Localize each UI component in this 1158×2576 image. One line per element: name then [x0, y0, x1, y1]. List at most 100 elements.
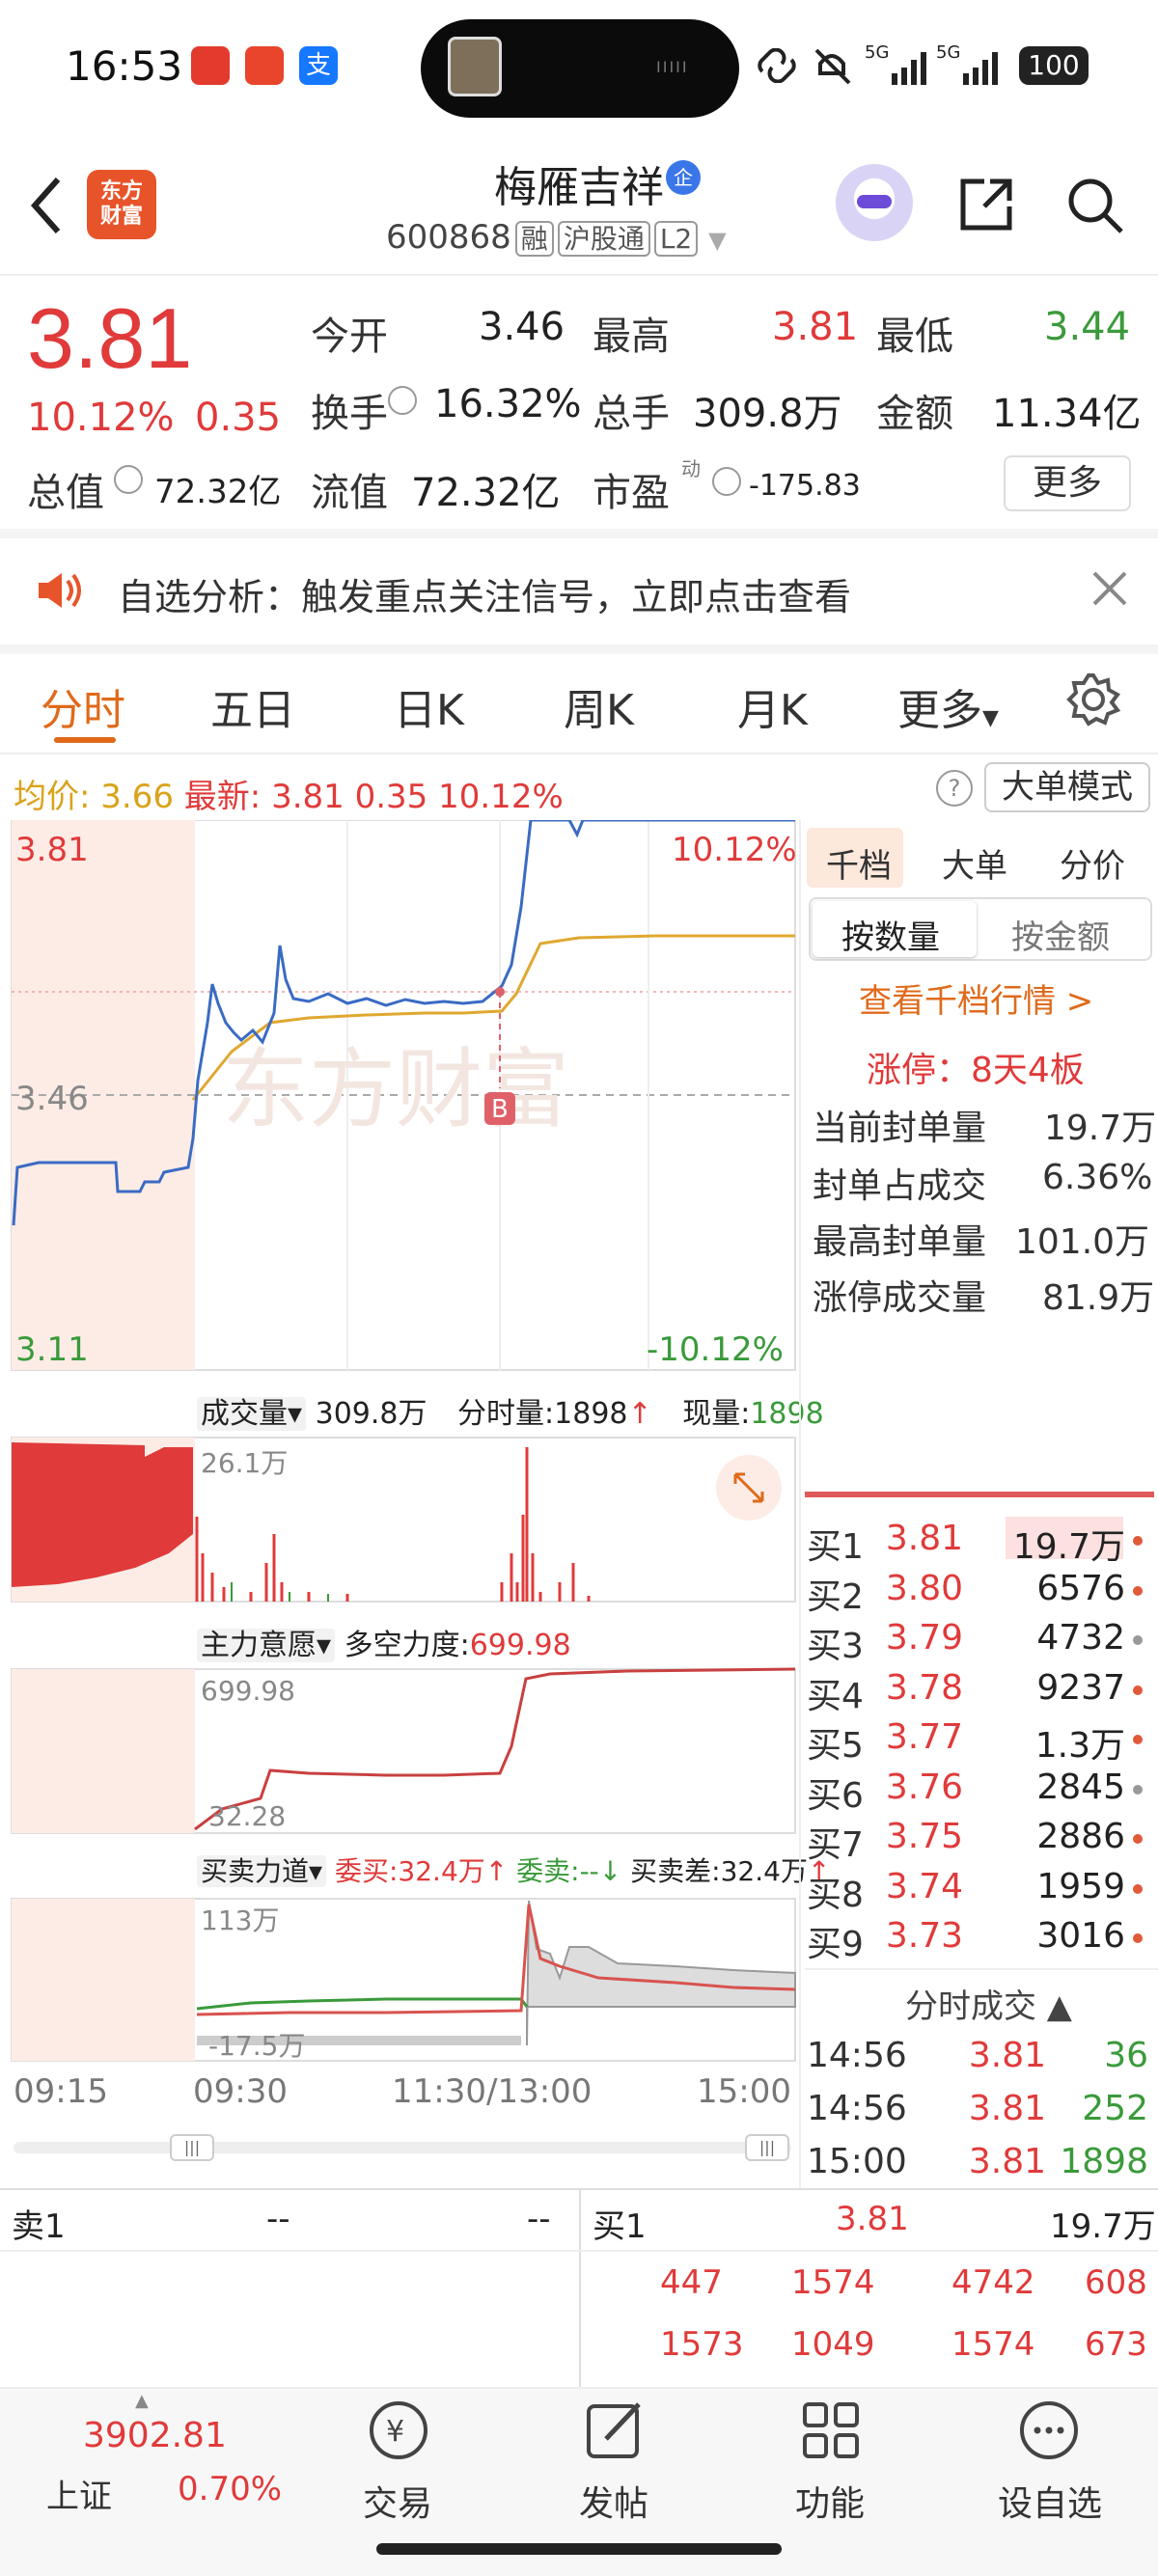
bid-volume: 委买:32.4万 — [334, 1855, 485, 1887]
queue-buy1-volume: 19.7万 — [1050, 2207, 1156, 2246]
tab-intraday[interactable]: 分时 — [41, 675, 125, 737]
book-volume: 6576 — [1036, 1568, 1125, 1608]
tab-five-day[interactable]: 五日 — [210, 675, 295, 737]
more-dots-icon[interactable] — [1015, 2397, 1083, 2464]
yuan-trade-icon[interactable]: ¥ — [365, 2397, 432, 2464]
main-force-header: 主力意愿▾ 多空力度:699.98 — [197, 1621, 571, 1663]
close-icon[interactable] — [1090, 569, 1129, 608]
main-force-selector[interactable]: 主力意愿▾ — [197, 1629, 336, 1662]
change-percent: 10.12% — [27, 396, 175, 440]
sell-pressure-line — [196, 1997, 529, 2011]
trades-title[interactable]: 分时成交 ▲ — [905, 1980, 1072, 2027]
order-book-row[interactable]: 买6 3.76 2845 — [807, 1767, 1154, 1816]
more-button[interactable]: 更多 — [1004, 455, 1131, 511]
book-level-label: 买8 — [807, 1875, 864, 1915]
big-order-mode-button[interactable]: 大单模式 — [984, 762, 1150, 812]
volume-max-label: 26.1万 — [201, 1447, 288, 1479]
index-value[interactable]: 3902.81 — [83, 2416, 227, 2455]
high-label: 最高 — [593, 315, 670, 359]
pen-post-icon[interactable] — [581, 2397, 648, 2464]
nav-trade-label[interactable]: 交易 — [320, 2476, 475, 2526]
help-icon[interactable]: ? — [936, 770, 973, 807]
order-book-row[interactable]: 买5 3.77 1.3万 — [807, 1717, 1154, 1766]
range-handle-left[interactable]: ||| — [170, 2134, 214, 2161]
order-book-row[interactable]: 买3 3.79 4732 — [807, 1618, 1154, 1666]
view-thousand-level-link[interactable]: 查看千档行情 > — [859, 974, 1093, 1022]
low-value: 3.44 — [1044, 305, 1131, 349]
tab-monthly-k[interactable]: 月K — [737, 675, 808, 737]
tab-more[interactable]: 更多▼ — [897, 675, 999, 737]
time-range-track[interactable] — [14, 2142, 791, 2153]
margin-tag: 融 — [514, 221, 554, 257]
home-indicator — [376, 2543, 782, 2555]
ai-assistant-icon[interactable] — [836, 164, 913, 241]
svg-text:B: B — [491, 1095, 509, 1124]
svg-text:5G: 5G — [865, 42, 889, 63]
queue-order-volume: 1574 — [791, 2263, 875, 2302]
order-book-row[interactable]: 买4 3.78 9237 — [807, 1668, 1154, 1716]
order-book-row[interactable]: 买7 3.75 2886 — [807, 1817, 1154, 1865]
range-handle-right[interactable]: ||| — [745, 2134, 789, 2161]
stock-code-line: 600868 融沪股通 L2 ▼ — [386, 218, 727, 257]
book-level-label: 买3 — [807, 1627, 864, 1666]
amount-label: 金额 — [876, 392, 953, 436]
market-cap-value: 72.32亿 — [154, 473, 282, 511]
grid-functions-icon[interactable] — [797, 2397, 865, 2464]
book-dot-icon — [1133, 1933, 1143, 1943]
float-cap-value: 72.32亿 — [411, 471, 561, 515]
alipay-icon: 支 — [299, 46, 338, 85]
trade-time: 14:56 — [807, 2036, 907, 2075]
pe-label: 市盈 — [593, 471, 670, 515]
by-amount-option[interactable]: 按金额 — [1011, 911, 1110, 958]
pct-top-label: 10.12% — [672, 831, 797, 869]
notice-text[interactable]: 自选分析：触发重点关注信号，立即点击查看 — [118, 567, 851, 620]
book-volume: 19.7万 — [1012, 1527, 1125, 1567]
search-icon[interactable] — [1063, 174, 1125, 235]
nav-add-watchlist-label[interactable]: 设自选 — [973, 2476, 1127, 2526]
volume-label: 总手 — [593, 392, 670, 436]
queue-sell1-label: 卖1 — [12, 2207, 66, 2246]
eastmoney-logo[interactable]: 东方 财富 — [87, 170, 156, 239]
status-bar: 16:53 支 IIIII 5G 5G 100 — [0, 0, 1158, 135]
tab-big-orders[interactable]: 大单 — [942, 839, 1007, 887]
order-book-row[interactable]: 买9 3.73 3016 — [807, 1916, 1154, 1964]
info-icon[interactable] — [114, 465, 143, 494]
tab-weekly-k[interactable]: 周K — [564, 675, 634, 737]
app-notification-icon — [191, 46, 230, 85]
nav-post-label[interactable]: 发帖 — [537, 2476, 691, 2526]
queue-row-divider — [0, 2250, 1158, 2252]
share-icon[interactable] — [955, 174, 1017, 235]
amount-value: 11.34亿 — [992, 392, 1142, 436]
pe-value: -175.83 — [749, 469, 861, 503]
by-quantity-option[interactable]: 按数量 — [841, 911, 940, 958]
bid-ask-diff: 买卖差:32.4万 — [630, 1855, 808, 1887]
volume-selector[interactable]: 成交量▾ — [197, 1397, 307, 1431]
buysell-selector[interactable]: 买卖力道▾ — [197, 1855, 327, 1887]
book-price: 3.76 — [885, 1767, 963, 1807]
back-arrow-icon[interactable] — [27, 172, 66, 239]
order-book-row[interactable]: 买8 3.74 1959 — [807, 1867, 1154, 1915]
buysell-header: 买卖力道▾ 委买:32.4万↑ 委卖:--↓ 买卖差:32.4万↑ — [197, 1850, 830, 1889]
info-icon[interactable] — [388, 386, 417, 415]
fen-volume: 分时量:1898 — [457, 1397, 628, 1431]
queue-order-volume: 673 — [1085, 2325, 1147, 2364]
order-book-row[interactable]: 买1 3.81 19.7万 — [807, 1519, 1154, 1567]
tab-price-distribution[interactable]: 分价 — [1060, 839, 1125, 887]
index-name[interactable]: 上证 — [46, 2470, 112, 2517]
gear-icon[interactable] — [1065, 671, 1121, 727]
order-book-row[interactable]: 买2 3.80 6576 — [807, 1568, 1154, 1617]
watermark: 东方财富 — [222, 1039, 569, 1140]
enterprise-badge: 企 — [666, 160, 701, 195]
svg-text:5G: 5G — [936, 42, 960, 63]
nav-functions-label[interactable]: 功能 — [753, 2476, 907, 2526]
trade-time: 14:56 — [807, 2089, 907, 2128]
intraday-chart[interactable]: 东方财富 B 3.81 3.46 3.11 10.12% -10.12% 26.… — [0, 820, 801, 2161]
info-icon[interactable] — [712, 467, 741, 496]
chevron-down-icon[interactable]: ▼ — [708, 227, 726, 254]
tab-daily-k[interactable]: 日K — [394, 675, 464, 737]
current-price: 3.81 — [27, 290, 193, 386]
signal-5g-icon-1: 5G — [865, 42, 926, 85]
index-pct[interactable]: 0.70% — [178, 2470, 282, 2508]
last-label: 最新: — [183, 778, 262, 816]
tab-thousand-level[interactable]: 千档 — [826, 839, 892, 887]
